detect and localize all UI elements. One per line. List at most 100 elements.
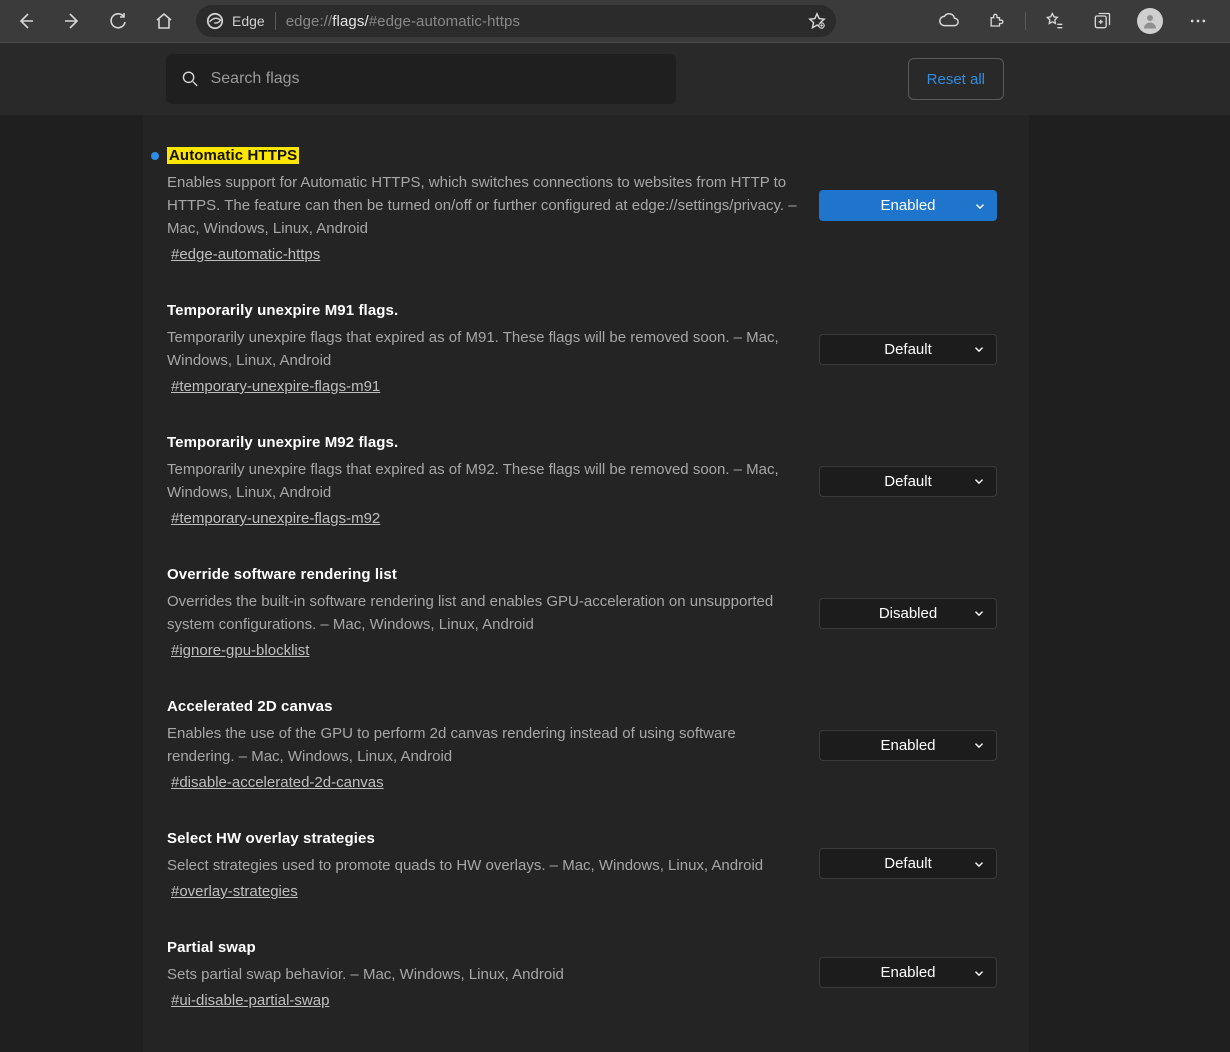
flag-anchor-link[interactable]: #temporary-unexpire-flags-m92: [171, 510, 380, 527]
chevron-down-icon: [973, 199, 987, 213]
profile-button[interactable]: [1130, 3, 1170, 39]
flag-text: Automatic HTTPS Enables support for Autom…: [167, 147, 799, 264]
site-identity-label: Edge: [232, 13, 265, 29]
reset-all-button[interactable]: Reset all: [908, 58, 1004, 100]
flag-row: Accelerated 2D canvas Enables the use of …: [167, 690, 1005, 822]
flag-description: Temporarily unexpire flags that expired …: [167, 458, 799, 504]
favorite-star-icon[interactable]: [808, 12, 826, 30]
flag-description: Overrides the built-in software renderin…: [167, 590, 799, 636]
flag-select-wrap: Disabled: [819, 566, 997, 660]
nav-home-button[interactable]: [144, 3, 184, 39]
flag-text: Temporarily unexpire M91 flags. Temporari…: [167, 302, 799, 396]
flag-state-value: Enabled: [880, 964, 935, 981]
flag-select-wrap: Enabled: [819, 698, 997, 792]
chevron-down-icon: [972, 857, 986, 871]
flag-state-select[interactable]: Enabled: [819, 957, 997, 988]
dots-icon: [1188, 11, 1208, 31]
more-button[interactable]: [1178, 3, 1218, 39]
flag-description: Select strategies used to promote quads …: [167, 854, 799, 877]
chevron-down-icon: [972, 966, 986, 980]
refresh-icon: [108, 11, 128, 31]
flag-title: Temporarily unexpire M92 flags.: [167, 434, 398, 451]
shopping-button[interactable]: [929, 3, 969, 39]
flag-select-wrap: Default: [819, 830, 997, 901]
avatar-icon: [1137, 8, 1163, 34]
flag-title: Override software rendering list: [167, 566, 397, 583]
flag-anchor-link[interactable]: #ui-disable-partial-swap: [171, 992, 329, 1009]
chevron-down-icon: [972, 342, 986, 356]
flag-row: Partial swap Sets partial swap behavior. …: [167, 931, 1005, 1040]
favorites-button[interactable]: [1034, 3, 1074, 39]
url-text: edge://flags/#edge-automatic-https: [286, 13, 798, 30]
flag-description: Enables support for Automatic HTTPS, whi…: [167, 171, 799, 240]
collections-button[interactable]: [1082, 3, 1122, 39]
flag-state-select[interactable]: Default: [819, 466, 997, 497]
flag-state-select[interactable]: Enabled: [819, 730, 997, 761]
collections-icon: [1092, 11, 1112, 31]
flag-text: Temporarily unexpire M92 flags. Temporari…: [167, 434, 799, 528]
flag-row: Automatic HTTPS Enables support for Autom…: [167, 139, 1005, 294]
chevron-down-icon: [972, 606, 986, 620]
flag-anchor-link[interactable]: #ignore-gpu-blocklist: [171, 642, 309, 659]
flag-state-select[interactable]: Disabled: [819, 598, 997, 629]
separator: [275, 12, 276, 30]
flag-anchor-link[interactable]: #disable-accelerated-2d-canvas: [171, 774, 384, 791]
browser-chrome: Edge edge://flags/#edge-automatic-https: [0, 0, 1230, 43]
flag-state-select[interactable]: Enabled: [819, 190, 997, 221]
flag-description: Temporarily unexpire flags that expired …: [167, 326, 799, 372]
flag-row: Temporarily unexpire M92 flags. Temporari…: [167, 426, 1005, 558]
home-icon: [154, 11, 174, 31]
flag-state-value: Default: [884, 855, 932, 872]
separator: [1025, 12, 1026, 30]
flag-state-value: Default: [884, 473, 932, 490]
puzzle-icon: [987, 11, 1007, 31]
flag-title: Accelerated 2D canvas: [167, 698, 333, 715]
flag-select-wrap: Default: [819, 302, 997, 396]
toolbar-right: [929, 3, 1224, 39]
nav-refresh-button[interactable]: [98, 3, 138, 39]
flag-text: Partial swap Sets partial swap behavior. …: [167, 939, 799, 1010]
star-lines-icon: [1044, 11, 1064, 31]
flag-state-value: Enabled: [880, 737, 935, 754]
nav-forward-button[interactable]: [52, 3, 92, 39]
modified-dot-icon: [151, 152, 159, 160]
cloud-icon: [938, 10, 960, 32]
chevron-down-icon: [972, 474, 986, 488]
flag-state-value: Enabled: [880, 197, 935, 214]
flag-select-wrap: Enabled: [819, 147, 997, 264]
flags-column: Automatic HTTPS Enables support for Autom…: [143, 115, 1029, 1052]
flag-state-value: Default: [884, 341, 932, 358]
flag-state-value: Disabled: [879, 605, 937, 622]
extensions-button[interactable]: [977, 3, 1017, 39]
search-input[interactable]: [211, 70, 662, 88]
flag-anchor-link[interactable]: #temporary-unexpire-flags-m91: [171, 378, 380, 395]
flag-description: Enables the use of the GPU to perform 2d…: [167, 722, 799, 768]
flag-text: Accelerated 2D canvas Enables the use of …: [167, 698, 799, 792]
arrow-right-icon: [62, 11, 82, 31]
site-identity: Edge: [206, 12, 265, 30]
address-bar[interactable]: Edge edge://flags/#edge-automatic-https: [196, 5, 836, 37]
flag-row: Temporarily unexpire M91 flags. Temporari…: [167, 294, 1005, 426]
flag-select-wrap: Enabled: [819, 939, 997, 1010]
search-icon: [180, 68, 201, 90]
chevron-down-icon: [972, 738, 986, 752]
flag-row: Override software rendering list Override…: [167, 558, 1005, 690]
flag-row: Select HW overlay strategies Select strat…: [167, 822, 1005, 931]
flag-state-select[interactable]: Default: [819, 334, 997, 365]
flag-anchor-link[interactable]: #overlay-strategies: [171, 883, 298, 900]
flag-text: Override software rendering list Override…: [167, 566, 799, 660]
flags-header: Reset all: [0, 43, 1230, 115]
flag-state-select[interactable]: Default: [819, 848, 997, 879]
arrow-left-icon: [16, 11, 36, 31]
search-wrap: [166, 54, 676, 104]
flag-title: Automatic HTTPS: [167, 147, 299, 164]
flag-select-wrap: Default: [819, 434, 997, 528]
nav-back-button[interactable]: [6, 3, 46, 39]
flag-title: Partial swap: [167, 939, 256, 956]
flag-description: Sets partial swap behavior. – Mac, Windo…: [167, 963, 799, 986]
flag-anchor-link[interactable]: #edge-automatic-https: [171, 246, 320, 263]
flag-title: Select HW overlay strategies: [167, 830, 375, 847]
flag-title: Temporarily unexpire M91 flags.: [167, 302, 398, 319]
flag-text: Select HW overlay strategies Select strat…: [167, 830, 799, 901]
flags-content: Automatic HTTPS Enables support for Autom…: [0, 115, 1230, 1052]
